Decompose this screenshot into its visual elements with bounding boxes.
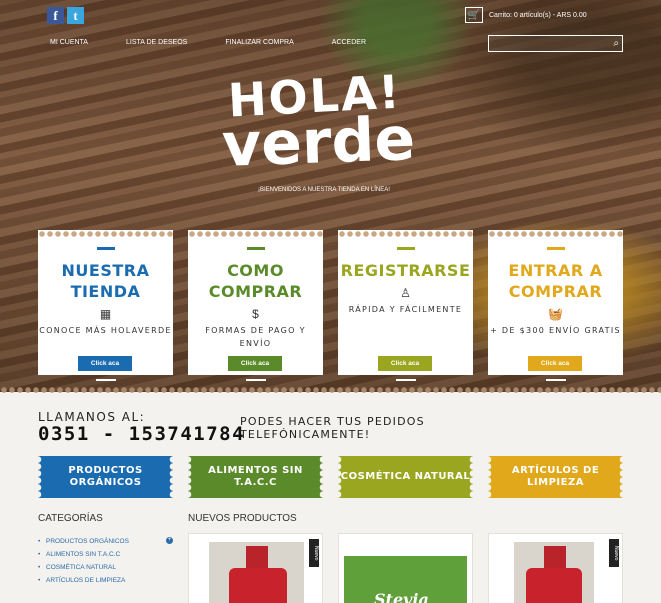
- nav-lista-deseos[interactable]: LISTA DE DESEOS: [126, 39, 187, 46]
- search-icon[interactable]: ⌕: [613, 38, 619, 49]
- social-links: f t: [47, 7, 84, 24]
- card-accent-bar: [246, 247, 265, 250]
- scallop-divider: [0, 386, 661, 396]
- card-registrarse: REGISTRARSE ♙ RÁPIDA Y FÁCILMENTE Click …: [338, 230, 473, 381]
- card-como-comprar: COMO COMPRAR $ FORMAS DE PAGO Y ENVÍO Cl…: [188, 230, 323, 381]
- product-card[interactable]: Nuevo: [488, 533, 623, 603]
- basket-icon: 🧺: [548, 307, 563, 321]
- card-desc: FORMAS DE PAGO Y ENVÍO: [205, 326, 306, 348]
- card-title: REGISTRARSE: [340, 261, 471, 280]
- card-accent-bar: [96, 247, 115, 250]
- click-aca-button[interactable]: Click aca: [228, 356, 282, 371]
- category-banner-limpieza[interactable]: ARTÍCULOS DE LIMPIEZA: [488, 456, 623, 498]
- card-divider: [96, 379, 116, 381]
- card-desc: CONOCE MÁS HOLAVERDE: [39, 326, 172, 335]
- product-card[interactable]: Stevia: [338, 533, 473, 603]
- user-icon: ♙: [400, 286, 411, 300]
- cart-text[interactable]: Carrito: 0 artículo(s) - ARS 0.00: [489, 12, 587, 19]
- new-products-title: NUEVOS PRODUCTOS: [188, 513, 297, 524]
- card-desc: + DE $300 ENVÍO GRATIS: [490, 326, 621, 335]
- sidebar-item-sin-tacc[interactable]: ALIMENTOS SIN T.A.C.C: [38, 548, 173, 561]
- search-box[interactable]: ⌕: [488, 35, 623, 55]
- category-banner-cosmetica[interactable]: COSMÉTICA NATURAL: [338, 456, 473, 498]
- card-desc: RÁPIDA Y FÁCILMENTE: [348, 305, 463, 314]
- card-title: ENTRAR A COMPRAR: [508, 261, 603, 301]
- card-nuestra-tienda: NUESTRA TIENDA ▦ CONOCE MÁS HOLAVERDE Cl…: [38, 230, 173, 381]
- sidebar-title: CATEGORÍAS: [38, 513, 103, 524]
- bottle-neck: [544, 546, 566, 570]
- card-entrar-a-comprar: ENTRAR A COMPRAR 🧺 + DE $300 ENVÍO GRATI…: [488, 230, 623, 381]
- nav-finalizar-compra[interactable]: FINALIZAR COMPRA: [225, 39, 293, 46]
- card-title: NUESTRA TIENDA: [61, 261, 150, 301]
- product-image[interactable]: [514, 542, 594, 603]
- category-banner-organicos[interactable]: PRODUCTOS ORGÁNICOS: [38, 456, 173, 498]
- search-input[interactable]: [489, 40, 622, 55]
- new-products-list: Nuevo Stevia Nuevo: [188, 533, 623, 603]
- expand-plus-icon[interactable]: +: [166, 537, 173, 544]
- bottle-neck: [246, 546, 268, 570]
- sidebar-item-limpieza[interactable]: ARTÍCULOS DE LIMPIEZA: [38, 574, 173, 587]
- click-aca-button[interactable]: Click aca: [528, 356, 582, 371]
- nav-mi-cuenta[interactable]: MI CUENTA: [50, 39, 88, 46]
- product-image[interactable]: [209, 542, 304, 603]
- click-aca-button[interactable]: Click aca: [78, 356, 132, 371]
- card-accent-bar: [546, 247, 565, 250]
- card-divider: [246, 379, 266, 381]
- sidebar-categories: PRODUCTOS ORGÁNICOS ALIMENTOS SIN T.A.C.…: [38, 535, 173, 587]
- cart-summary[interactable]: 🛒 Carrito: 0 artículo(s) - ARS 0.00: [465, 7, 587, 23]
- logo-line2: verde: [220, 104, 417, 181]
- twitter-icon[interactable]: t: [67, 7, 84, 24]
- category-banners: PRODUCTOS ORGÁNICOS ALIMENTOS SIN T.A.C.…: [38, 456, 623, 498]
- dollar-icon: $: [252, 307, 259, 321]
- sidebar-item-organicos[interactable]: PRODUCTOS ORGÁNICOS: [38, 535, 173, 548]
- product-image[interactable]: Stevia: [344, 556, 467, 603]
- bottle-body: [526, 568, 582, 603]
- new-badge: Nuevo: [609, 539, 619, 567]
- card-title: COMO COMPRAR: [208, 261, 303, 301]
- card-divider: [546, 379, 566, 381]
- sidebar-item-cosmetica[interactable]: COSMÉTICA NATURAL: [38, 561, 173, 574]
- click-aca-button[interactable]: Click aca: [378, 356, 432, 371]
- category-banner-sin-tacc[interactable]: ALIMENTOS SIN T.A.C.C: [188, 456, 323, 498]
- feature-cards: NUESTRA TIENDA ▦ CONOCE MÁS HOLAVERDE Cl…: [38, 230, 623, 381]
- store-icon: ▦: [99, 307, 112, 321]
- call-label: LLAMANOS AL:: [38, 410, 146, 424]
- product-image-label: Stevia: [374, 590, 429, 603]
- nav-acceder[interactable]: ACCEDER: [332, 39, 366, 46]
- phone-note: PODES HACER TUS PEDIDOS TELEFÓNICAMENTE!: [240, 415, 425, 441]
- phone-number: 0351 - 153741784: [38, 423, 246, 445]
- top-nav: MI CUENTA LISTA DE DESEOS FINALIZAR COMP…: [50, 39, 366, 46]
- cart-icon[interactable]: 🛒: [465, 7, 483, 23]
- welcome-text: ¡BIENVENIDOS A NUESTRA TIENDA EN LÍNEA!: [258, 187, 390, 193]
- new-badge: Nuevo: [309, 539, 319, 567]
- facebook-icon[interactable]: f: [47, 7, 64, 24]
- bottle-body: [229, 568, 287, 603]
- card-accent-bar: [396, 247, 415, 250]
- card-divider: [396, 379, 416, 381]
- product-card[interactable]: Nuevo: [188, 533, 323, 603]
- site-logo[interactable]: HOLA! verde: [221, 65, 442, 181]
